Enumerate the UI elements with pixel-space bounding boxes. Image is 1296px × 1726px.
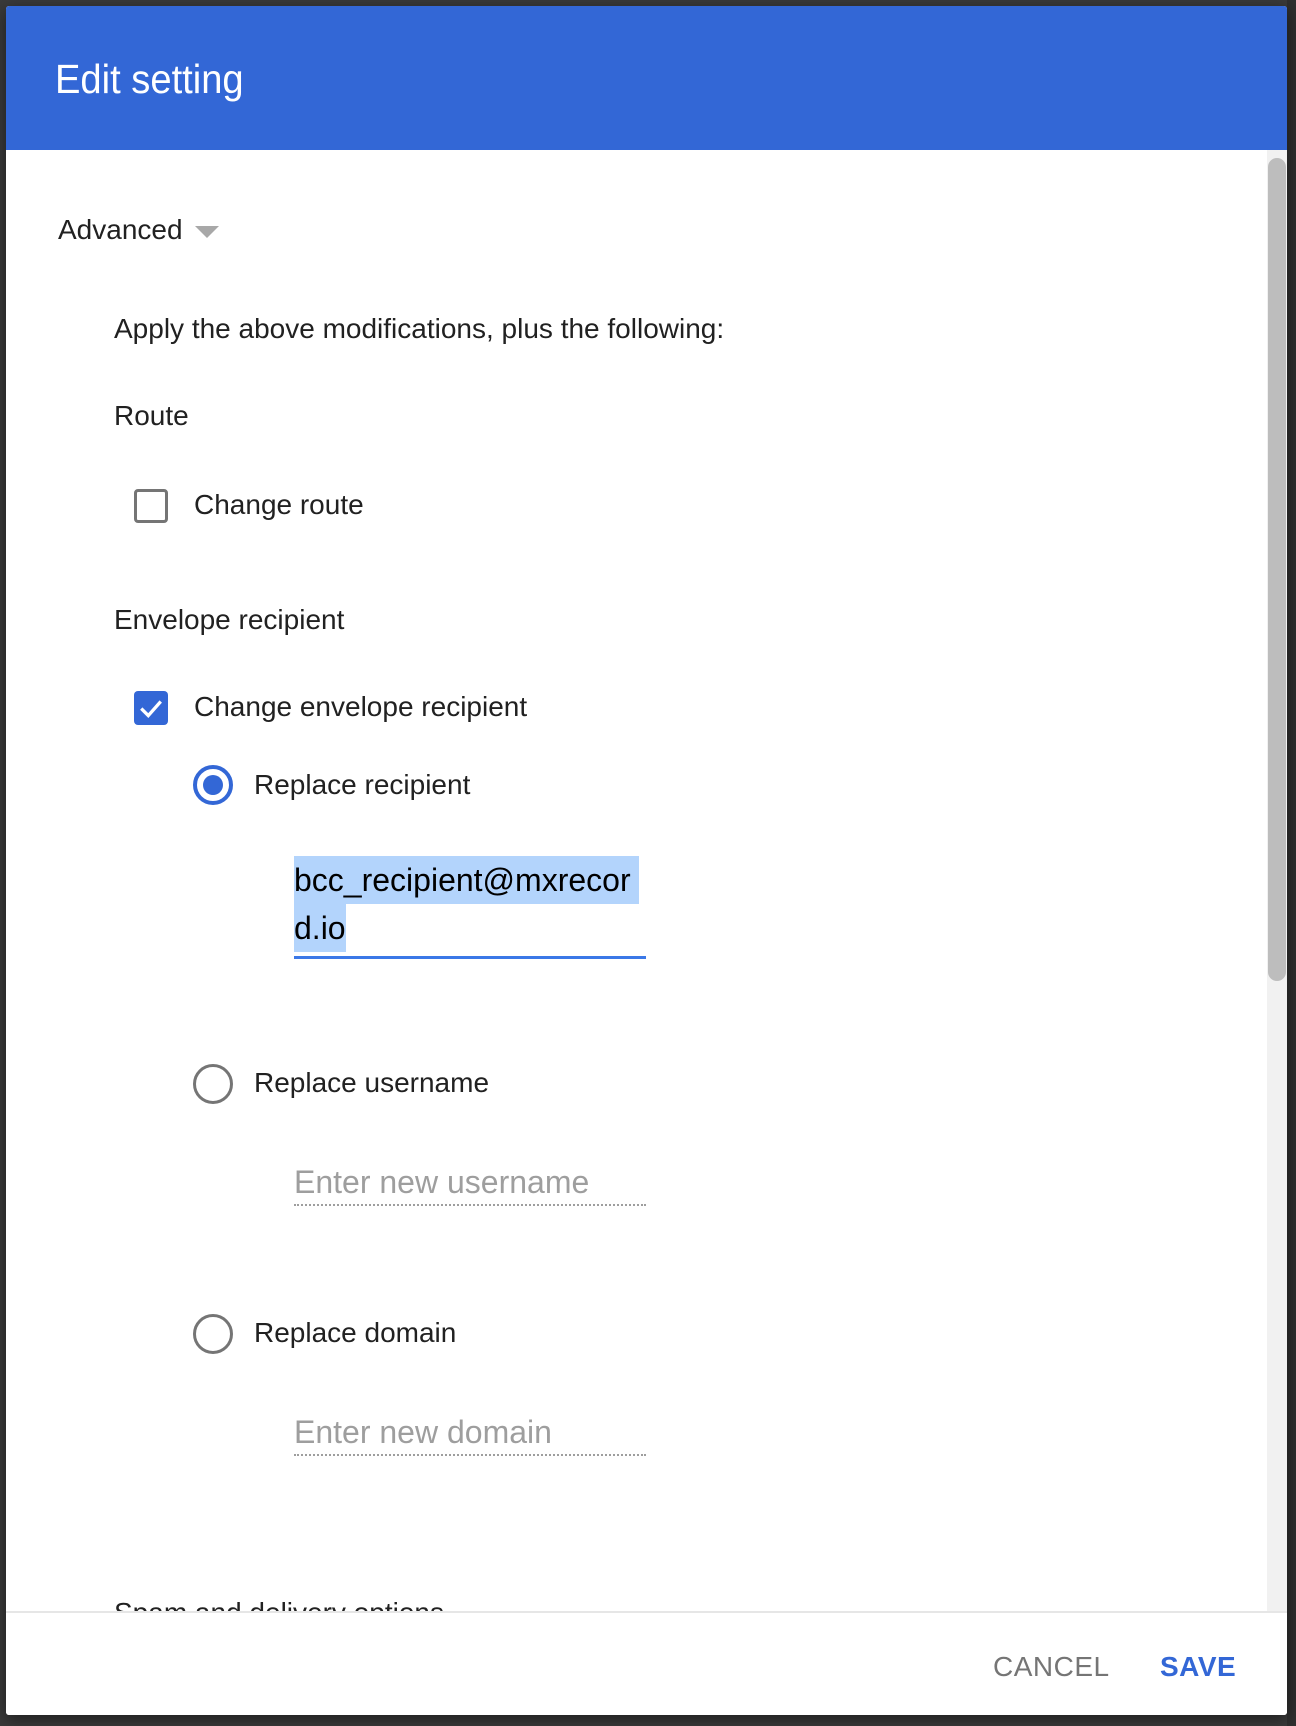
replace-domain-radio[interactable] <box>193 1314 233 1354</box>
dialog-title: Edit setting <box>55 56 244 102</box>
route-heading: Route <box>114 400 189 431</box>
new-username-input[interactable]: Enter new username <box>294 1160 646 1206</box>
replace-recipient-radio[interactable] <box>193 765 233 805</box>
recipient-email-line1: bcc_recipient@mxrecor <box>294 856 639 904</box>
new-domain-input[interactable]: Enter new domain <box>294 1410 646 1456</box>
change-route-checkbox[interactable] <box>134 489 168 523</box>
dialog-header: Edit setting <box>6 6 1287 150</box>
advanced-toggle[interactable]: Advanced <box>58 214 183 246</box>
change-envelope-recipient-label[interactable]: Change envelope recipient <box>194 691 527 723</box>
replace-recipient-label[interactable]: Replace recipient <box>254 769 470 801</box>
envelope-recipient-heading: Envelope recipient <box>114 604 345 635</box>
replace-username-label[interactable]: Replace username <box>254 1067 489 1099</box>
recipient-email-line2: d.io <box>294 904 346 952</box>
recipient-email-input[interactable]: bcc_recipient@mxrecor d.io <box>294 856 646 959</box>
spam-delivery-heading: Spam and delivery options <box>114 1597 444 1611</box>
save-button[interactable]: SAVE <box>1154 1647 1242 1687</box>
replace-username-radio[interactable] <box>193 1064 233 1104</box>
backdrop <box>1287 0 1296 1726</box>
change-envelope-recipient-checkbox[interactable] <box>134 691 168 725</box>
edit-setting-dialog: Edit setting Advanced Apply the above mo… <box>6 6 1287 1715</box>
replace-domain-label[interactable]: Replace domain <box>254 1317 456 1349</box>
change-route-label[interactable]: Change route <box>194 489 364 521</box>
cancel-button[interactable]: CANCEL <box>987 1647 1116 1687</box>
scrollbar-thumb[interactable] <box>1268 158 1286 981</box>
triangle-down-icon[interactable] <box>195 226 219 238</box>
dialog-content: Advanced Apply the above modifications, … <box>6 150 1287 1611</box>
checkmark-icon <box>140 700 162 718</box>
intro-text: Apply the above modifications, plus the … <box>114 313 725 344</box>
dialog-footer: CANCEL SAVE <box>6 1611 1287 1715</box>
